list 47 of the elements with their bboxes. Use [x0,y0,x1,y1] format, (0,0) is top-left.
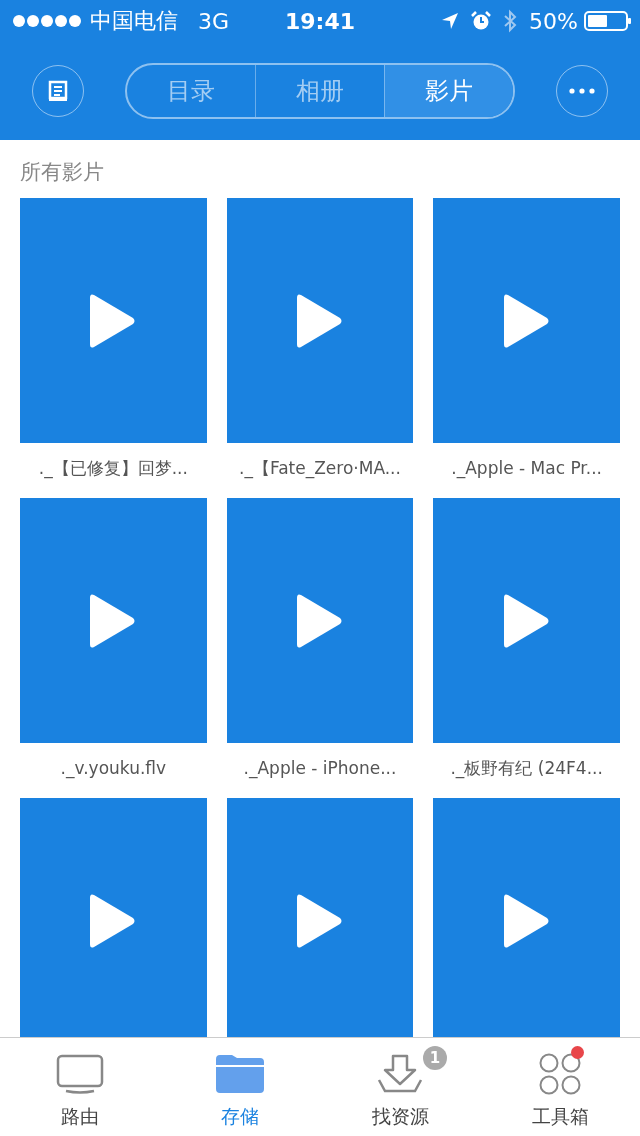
play-icon [503,292,550,349]
download-icon [377,1054,423,1094]
video-thumbnail[interactable] [20,498,207,743]
carrier-name: 中国电信 [90,7,178,35]
video-name: ._【Fate_Zero·MA... [238,457,402,481]
video-thumbnail[interactable] [226,198,414,443]
document-icon [47,80,69,102]
signal-icon [12,14,82,28]
video-thumbnail[interactable] [433,198,620,443]
video-thumbnail[interactable] [433,798,620,1037]
apps-icon [538,1052,582,1096]
play-icon [90,892,137,949]
folder-icon [216,1055,264,1093]
play-icon [90,292,137,349]
play-icon [503,592,550,649]
video-thumbnail[interactable] [433,498,620,743]
section-title: 所有影片 [20,159,105,186]
battery-percent: 50% [529,8,578,34]
video-name: ._v.youku.flv [59,757,168,781]
video-name: ._板野有纪 (24F4... [449,757,604,781]
segment-tab[interactable]: 目录 [127,65,255,117]
play-icon [297,292,343,349]
video-thumbnail[interactable] [226,498,414,743]
more-icon [569,88,595,94]
tab-item[interactable]: 工具箱 [480,1038,640,1136]
segment-tab[interactable]: 影片 [384,65,513,117]
video-thumbnail[interactable] [20,798,207,1037]
video-name: ._Apple - Mac Pr... [450,457,603,481]
video-name: ._【已修复】回梦... [37,457,189,481]
network-type: 3G [198,8,230,34]
tab-item[interactable]: 路由 [0,1038,160,1136]
tv-icon [56,1054,104,1094]
count-badge: 1 [423,1046,447,1070]
play-icon [90,592,137,649]
status-time: 19:41 [284,8,356,34]
play-icon [297,892,343,949]
video-name: ._Apple - iPhone... [242,757,398,781]
bluetooth-icon [503,9,518,33]
video-thumbnail[interactable] [226,798,414,1037]
play-icon [503,892,550,949]
location-icon [441,12,460,30]
alarm-icon [471,11,492,31]
battery-icon [584,11,632,31]
tab-item[interactable]: 1 找资源 [320,1038,480,1136]
play-icon [297,592,343,649]
video-thumbnail[interactable] [20,198,207,443]
tab-item[interactable]: 存储 [160,1038,320,1136]
